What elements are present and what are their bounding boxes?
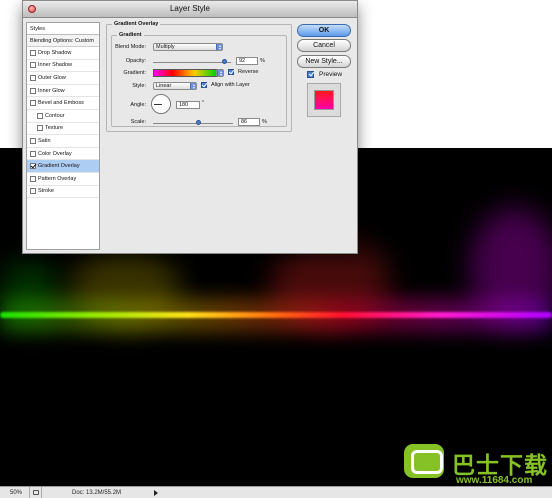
style-item-texture[interactable]: Texture [27, 123, 99, 136]
opacity-label: Opacity: [125, 58, 146, 64]
group-title: Gradient [117, 32, 144, 38]
style-preview [307, 83, 341, 117]
reverse-label: Reverse [238, 69, 259, 75]
style-item-label: Inner Glow [38, 87, 65, 94]
style-item-stroke[interactable]: Stroke [27, 186, 99, 199]
style-value: Linear [156, 83, 172, 89]
opacity-slider[interactable] [153, 59, 231, 64]
style-item-label: Pattern Overlay [38, 175, 77, 182]
style-label: Style: [132, 83, 146, 89]
reverse-checkbox[interactable]: Reverse [228, 69, 258, 75]
doc-size-info: Doc: 13.2M/55.2M [72, 489, 122, 496]
checkbox-icon[interactable] [30, 150, 36, 157]
tv-logo-icon [404, 444, 444, 478]
style-item-label: Color Overlay [38, 150, 72, 157]
style-item-gradient-overlay[interactable]: Gradient Overlay [27, 160, 99, 173]
cancel-button[interactable]: Cancel [297, 39, 351, 52]
opacity-unit: % [260, 58, 265, 64]
checkbox-icon[interactable] [30, 175, 36, 182]
blending-options-item[interactable]: Blending Options: Custom [27, 35, 99, 47]
checkbox-icon[interactable] [30, 188, 36, 195]
style-item-label: Drop Shadow [38, 49, 72, 56]
align-with-layer-checkbox[interactable]: Align with Layer [201, 82, 250, 88]
checkbox-icon[interactable] [30, 74, 36, 81]
layer-style-dialog: Layer Style Styles Blending Options: Cus… [22, 0, 358, 254]
style-item-label: Gradient Overlay [38, 163, 80, 170]
style-item-label: Texture [45, 125, 64, 132]
angle-unit: ° [202, 100, 205, 106]
checkbox-icon[interactable] [30, 87, 36, 94]
style-item-inner-glow[interactable]: Inner Glow [27, 85, 99, 98]
scale-label: Scale: [130, 119, 146, 125]
opacity-input[interactable]: 92 [236, 57, 258, 65]
angle-dial[interactable] [151, 94, 171, 114]
style-item-label: Stroke [38, 188, 54, 195]
checkbox-icon[interactable] [30, 100, 36, 107]
new-style-button[interactable]: New Style... [297, 55, 351, 68]
style-item-color-overlay[interactable]: Color Overlay [27, 148, 99, 161]
section-title: Gradient Overlay [112, 21, 161, 27]
checkbox-icon[interactable] [30, 163, 36, 170]
document-icon[interactable] [30, 487, 42, 498]
angle-label: Angle: [130, 102, 146, 108]
select-arrows-icon [190, 83, 196, 89]
style-item-bevel-and-emboss[interactable]: Bevel and Emboss [27, 97, 99, 110]
style-item-pattern-overlay[interactable]: Pattern Overlay [27, 173, 99, 186]
gradient-dropdown[interactable] [216, 69, 224, 77]
zoom-level[interactable]: 50% [0, 487, 30, 498]
blend-mode-select[interactable]: Multiply [153, 43, 223, 51]
checkbox-icon[interactable] [30, 62, 36, 69]
style-select[interactable]: Linear [153, 82, 197, 90]
checkbox-icon[interactable] [37, 125, 43, 132]
preview-label: Preview [319, 71, 343, 78]
checkbox-icon[interactable] [37, 112, 43, 119]
scale-slider[interactable] [153, 120, 233, 125]
checkbox-icon[interactable] [228, 69, 234, 75]
preview-checkbox[interactable]: Preview [307, 71, 342, 78]
checkbox-icon[interactable] [30, 49, 36, 56]
checkbox-icon[interactable] [201, 82, 207, 88]
styles-header[interactable]: Styles [27, 23, 99, 35]
checkbox-icon[interactable] [30, 137, 36, 144]
light-streak [0, 312, 552, 318]
gradient-picker[interactable] [153, 69, 217, 77]
gradient-label: Gradient: [123, 70, 146, 76]
gradient-overlay-settings: Gradient Overlay Gradient Blend Mode: Mu… [106, 19, 292, 251]
chevron-down-icon [217, 70, 223, 76]
dialog-titlebar[interactable]: Layer Style [23, 1, 357, 18]
style-item-label: Satin [38, 137, 51, 144]
preview-swatch [314, 90, 334, 110]
blend-mode-label: Blend Mode: [115, 44, 146, 50]
dialog-title: Layer Style [169, 4, 211, 13]
style-item-outer-glow[interactable]: Outer Glow [27, 72, 99, 85]
scale-unit: % [262, 119, 267, 125]
select-arrows-icon [216, 44, 222, 50]
align-with-layer-label: Align with Layer [211, 82, 250, 88]
watermark-url: www.11684.com [456, 475, 533, 486]
status-menu-arrow-icon[interactable] [154, 489, 158, 496]
style-item-drop-shadow[interactable]: Drop Shadow [27, 47, 99, 60]
style-item-label: Contour [45, 112, 65, 119]
ok-button[interactable]: OK [297, 24, 351, 37]
blend-mode-value: Multiply [156, 44, 175, 50]
styles-list: Styles Blending Options: Custom Drop Sha… [26, 22, 100, 250]
style-item-satin[interactable]: Satin [27, 135, 99, 148]
style-item-label: Outer Glow [38, 74, 66, 81]
watermark: 巴士下载 www.11684.com [398, 442, 552, 498]
scale-input[interactable]: 86 [238, 118, 260, 126]
angle-input[interactable]: 180 [176, 101, 200, 109]
style-item-label: Bevel and Emboss [38, 100, 84, 107]
style-item-label: Inner Shadow [38, 62, 72, 69]
style-item-inner-shadow[interactable]: Inner Shadow [27, 60, 99, 73]
style-item-contour[interactable]: Contour [27, 110, 99, 123]
checkbox-icon[interactable] [307, 71, 314, 78]
